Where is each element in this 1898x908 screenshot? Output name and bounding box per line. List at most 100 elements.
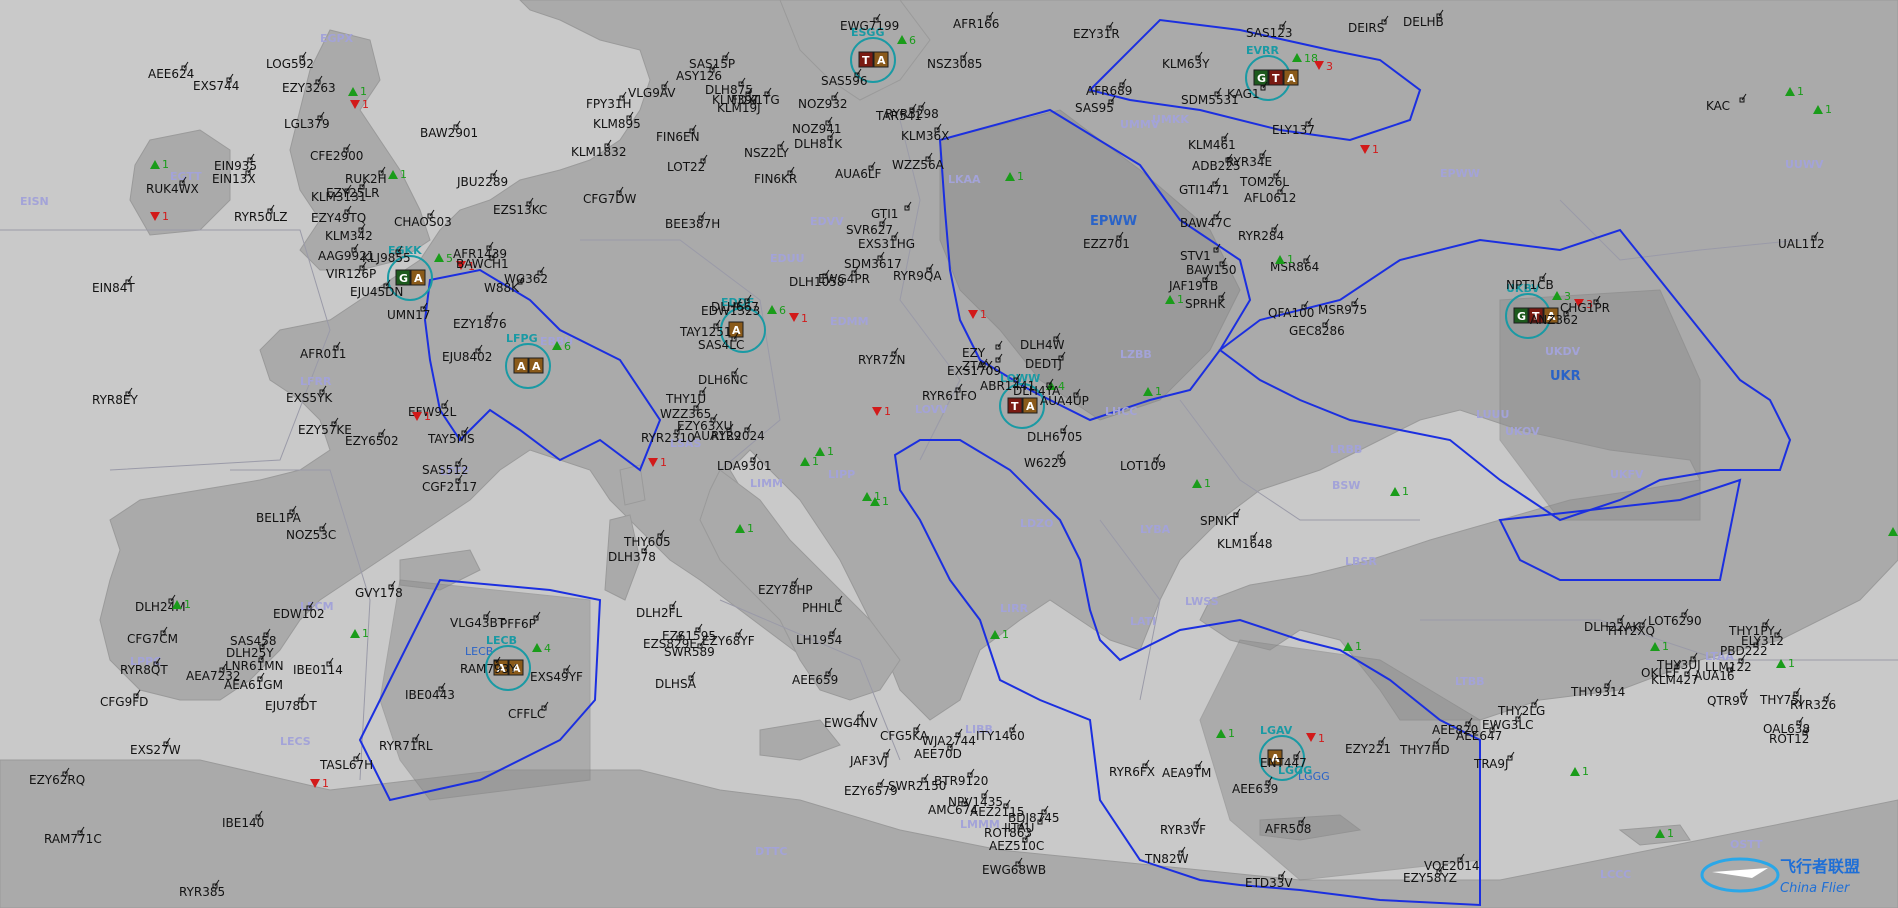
flight-callsign: AFR508 (1265, 822, 1311, 836)
fir-label: LFRR (300, 375, 332, 388)
badge-letter: G (1517, 310, 1526, 323)
flight-callsign: CHAOS03 (394, 215, 452, 229)
fir-label: UKOV (1505, 425, 1540, 438)
arrow-count: 1 (1797, 85, 1804, 98)
flight-callsign: SPRHK (1185, 297, 1226, 311)
flight-callsign: AEE820 (1432, 723, 1478, 737)
arrow-count: 1 (1372, 143, 1379, 156)
flight-callsign: BEL1PA (256, 511, 302, 525)
flight-callsign: RYR8EY (92, 393, 138, 407)
flight-callsign: DEIRS (1348, 21, 1384, 35)
flight-callsign: EWG7199 (840, 19, 899, 33)
flight-callsign: RYR326 (1790, 698, 1836, 712)
flight-callsign: EIN935 (214, 159, 257, 173)
flight-callsign: EIN13X (212, 172, 256, 186)
badge-letter: A (414, 272, 423, 285)
flight-callsign: EXS5YK (286, 391, 333, 405)
fir-label: LECS (280, 735, 311, 748)
fir-label: UKDV (1545, 345, 1581, 358)
flight-callsign: DLH6NC (698, 373, 748, 387)
flight-callsign: AEE639 (1232, 782, 1278, 796)
flight-callsign: ELY137 (1272, 123, 1315, 137)
flight-callsign: TASL67H (319, 758, 373, 772)
fir-label: LKAA (948, 173, 981, 186)
flight-callsign: RYR385 (179, 885, 225, 899)
flight-callsign: ASY126 (676, 69, 722, 83)
arrow-count: 1 (801, 312, 808, 325)
flight-callsign: SPNKT (1200, 514, 1239, 528)
flight-callsign: RUK4WX (146, 182, 199, 196)
flight-callsign: DELHB (1403, 15, 1444, 29)
arrow-count: 6 (909, 34, 916, 47)
flight-callsign: BEE387H (665, 217, 720, 231)
flight-callsign: BTR9120 (934, 774, 988, 788)
arrow-count: 1 (1228, 727, 1235, 740)
flight-callsign: TOM26L (1239, 175, 1289, 189)
badge-letter: T (862, 54, 870, 67)
arrow-count: 1 (1318, 732, 1325, 745)
flight-callsign: QTR9V (1707, 694, 1749, 708)
flight-callsign: EZY62RQ (29, 773, 85, 787)
flight-callsign: RYR2310 (641, 431, 695, 445)
flight-callsign: BAW2901 (420, 126, 478, 140)
flight-callsign: NPT1CB (1506, 278, 1554, 292)
fir-label: LTBB (1455, 675, 1484, 688)
arrow-count: 1 (362, 627, 369, 640)
flight-callsign: STV1 (1180, 249, 1211, 263)
arrow-count: 1 (827, 445, 834, 458)
airport-code: LECB (486, 634, 517, 647)
fir-label: LIRR (1000, 602, 1029, 615)
flight-callsign: ITY1460 (976, 729, 1025, 743)
badge-letter: A (517, 360, 526, 373)
flight-callsign: DEDTJ (1025, 357, 1062, 371)
region-label: UKR (1550, 369, 1581, 384)
arrow-count: 1 (1355, 640, 1362, 653)
fir-label: LCCC (1600, 868, 1631, 881)
fir-label: EGPX (320, 32, 354, 45)
flight-callsign: KLM1832 (571, 145, 626, 159)
flight-callsign: QFA100 (1268, 306, 1314, 320)
fir-label: UUWV (1785, 158, 1824, 171)
flight-callsign: TN82W (1144, 852, 1189, 866)
atc-map[interactable]: EGPX EISN EGTT LFRR LFFF LECM LPPC LECS … (0, 0, 1898, 908)
fir-label: LATI (1130, 615, 1156, 628)
flight-callsign: KLM63Y (1162, 57, 1210, 71)
flight-callsign: AEE659 (792, 673, 838, 687)
flight-callsign: CGF2117 (422, 480, 477, 494)
arrow-count: 1 (1402, 485, 1409, 498)
fir-label: LUUU (1476, 408, 1509, 421)
flight-callsign: EZY68YF (702, 634, 755, 648)
flight-callsign: AUA6LF (835, 167, 882, 181)
flight-callsign: RAM771C (44, 832, 102, 846)
arrow-count: 1 (1582, 765, 1589, 778)
flight-callsign: MSR975 (1318, 303, 1367, 317)
flight-callsign: EZZ701 (1083, 237, 1130, 251)
arrow-count: 1 (162, 158, 169, 171)
flight-callsign: GTI1 (871, 207, 898, 221)
flight-callsign: VIR126P (326, 267, 376, 281)
arrow-count: 1 (1825, 103, 1832, 116)
arrow-count: 1 (360, 85, 367, 98)
flight-callsign: EDW1323 (701, 304, 760, 318)
badge-letter: T (1011, 400, 1019, 413)
fir-label: EISN (20, 195, 49, 208)
flight-callsign: EXS27W (130, 743, 181, 757)
flight-callsign: EXS49YF (530, 670, 583, 684)
flight-callsign: LLM122 (1705, 660, 1752, 674)
fir-label: LIPP (828, 468, 855, 481)
flight-callsign: EZY49TQ (311, 211, 366, 225)
arrow-count: 1 (812, 455, 819, 468)
flight-callsign: WZZ56A (892, 158, 945, 172)
arrow-count: 1 (362, 98, 369, 111)
flight-callsign: EZY57KE (298, 423, 352, 437)
arrow-count: 1 (1002, 628, 1009, 641)
flight-callsign: LOT22 (667, 160, 705, 174)
arrow-count: 1 (1287, 253, 1294, 266)
badge-letter: A (1287, 72, 1296, 85)
arrow-count: 1 (1788, 657, 1795, 670)
flight-callsign: EZY58YZ (1403, 871, 1457, 885)
flight-callsign: TRA9J (1473, 757, 1509, 771)
flight-callsign: KLM461 (1188, 138, 1236, 152)
flight-callsign: EWG68WB (982, 863, 1046, 877)
arrow-count: 3 (1326, 60, 1333, 73)
